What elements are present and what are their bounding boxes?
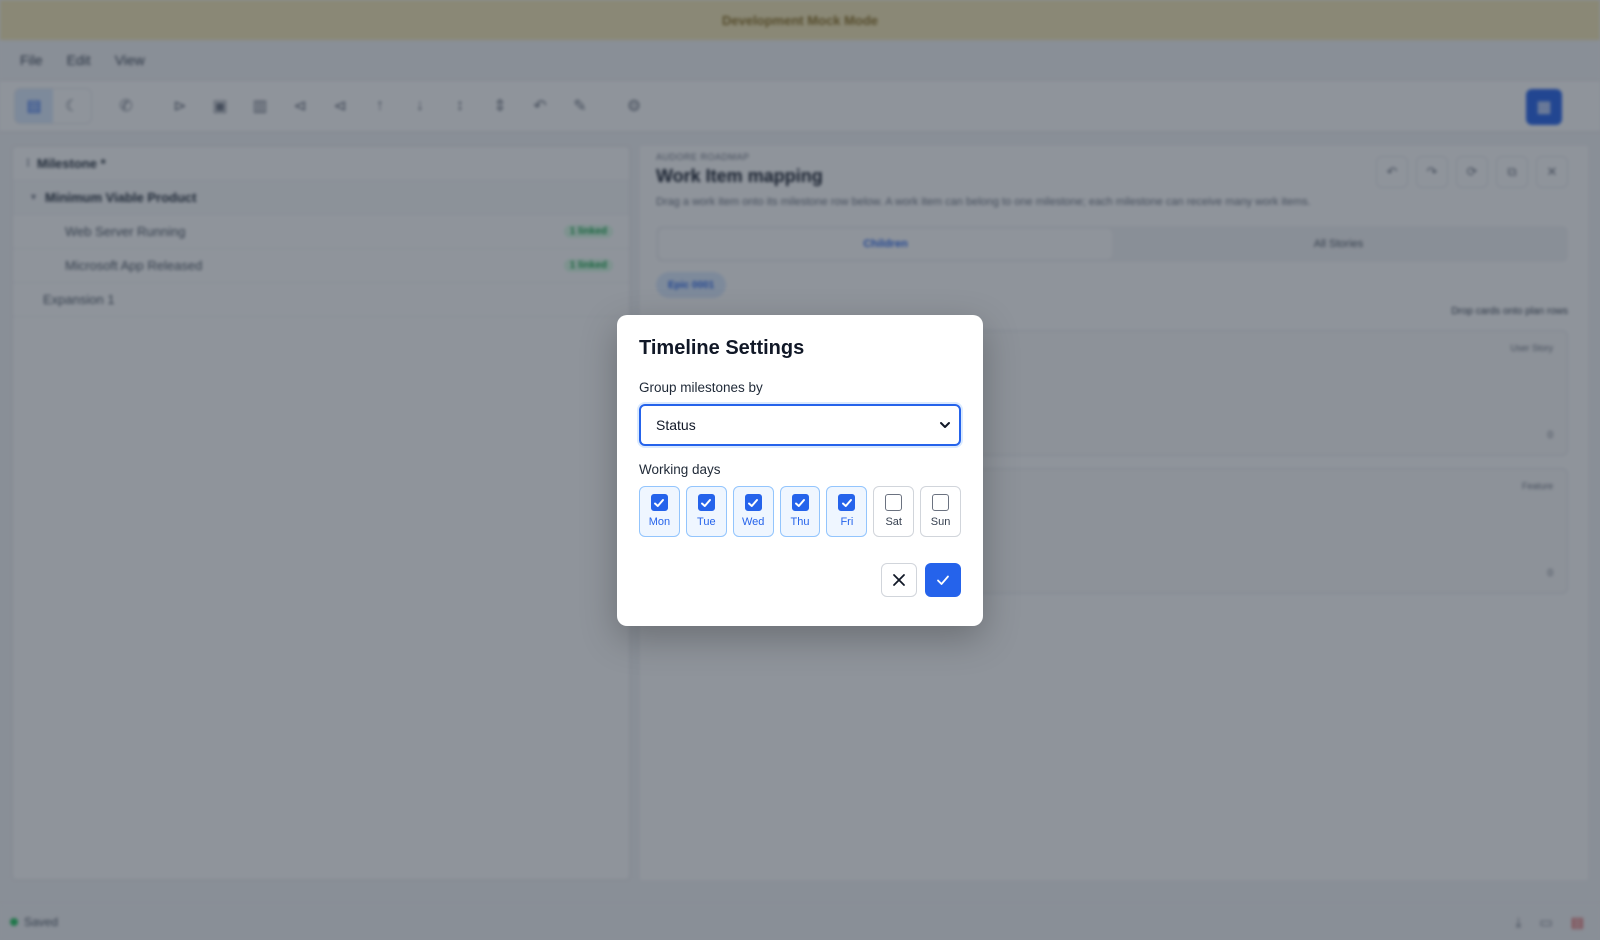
day-toggle-fri[interactable]: Fri [826,486,868,537]
timeline-settings-dialog: Timeline Settings Group milestones by St… [617,315,983,626]
chevron-down-icon [940,422,950,428]
checkbox[interactable] [697,494,715,511]
group-by-value: Status [656,417,696,433]
confirm-button[interactable] [925,563,961,597]
day-toggle-tue[interactable]: Tue [685,486,727,537]
group-by-select[interactable]: Status [639,404,961,446]
day-toggle-mon[interactable]: Mon [639,486,680,537]
check-icon [937,575,949,585]
checkbox[interactable] [791,494,809,511]
check-icon [654,498,665,507]
checkbox[interactable] [932,494,950,511]
dialog-title: Timeline Settings [639,337,805,359]
check-icon [795,498,805,507]
check-icon [748,498,759,507]
checkbox[interactable] [650,494,668,511]
check-icon [701,498,712,507]
day-toggle-wed[interactable]: Wed [732,486,774,537]
working-days-label: Working days [639,462,721,477]
checkbox[interactable] [838,494,856,511]
checkbox[interactable] [744,494,762,511]
dialog-actions [639,563,961,597]
day-toggle-thu[interactable]: Thu [779,486,821,537]
group-by-label: Group milestones by [639,380,763,395]
close-icon [893,574,905,586]
cancel-button[interactable] [881,563,917,597]
day-toggle-sun[interactable]: Sun [920,486,962,537]
check-icon [841,498,852,507]
checkbox[interactable] [885,494,903,511]
day-toggle-sat[interactable]: Sat [873,486,915,537]
working-days-group: Mon Tue Wed Thu Fri Sat Sun [639,486,962,537]
